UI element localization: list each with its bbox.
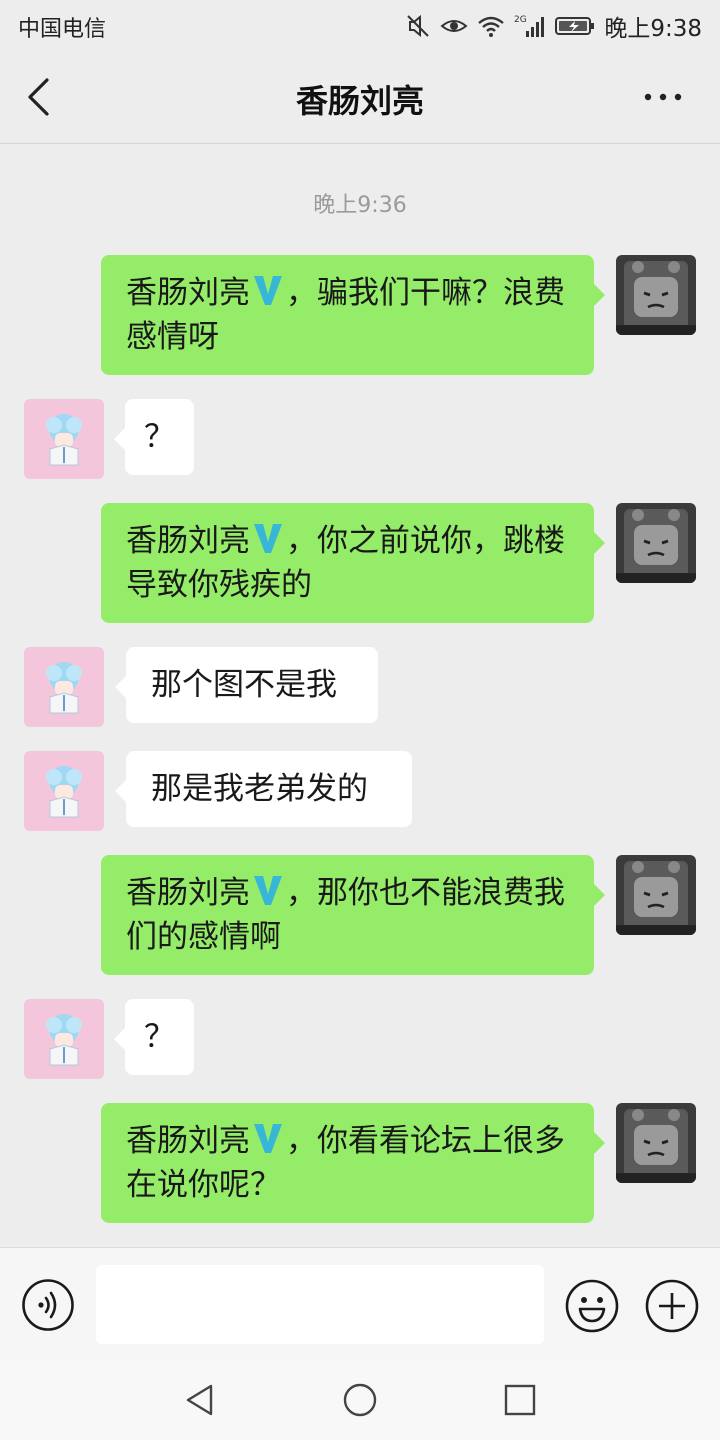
chat-header: 香肠刘亮 bbox=[0, 50, 720, 144]
verified-v-icon bbox=[254, 876, 282, 905]
avatar-self[interactable] bbox=[616, 255, 696, 335]
message-text: 那个图不是我 bbox=[151, 667, 337, 703]
eye-icon bbox=[440, 20, 468, 32]
message-timestamp: 晚上9:36 bbox=[313, 193, 407, 218]
message-bubble[interactable]: ？ bbox=[114, 399, 194, 475]
avatar-self-image bbox=[616, 503, 696, 583]
avatar-contact[interactable] bbox=[24, 999, 104, 1079]
avatar-self-image bbox=[616, 855, 696, 935]
message-bubble[interactable]: 那是我老弟发的 bbox=[115, 751, 412, 827]
avatar-contact-image bbox=[24, 399, 104, 479]
message-text: ？ bbox=[144, 419, 175, 455]
chat-title: 香肠刘亮 bbox=[295, 82, 424, 120]
mention-name: 香肠刘亮 bbox=[126, 1123, 250, 1159]
message-bubble[interactable]: 香肠刘亮 ，骗我们干嘛？浪费感情呀 bbox=[101, 255, 605, 375]
message-bubble[interactable]: 香肠刘亮 ，你之前说你，跳楼导致你残疾的 bbox=[101, 503, 605, 623]
message-list[interactable]: 晚上9:36 香肠刘亮 ，骗我们干嘛？浪费感情呀 ？ 香肠刘亮 ，你之前说你，跳… bbox=[0, 145, 720, 1247]
system-nav-bar bbox=[0, 1360, 720, 1440]
avatar-contact[interactable] bbox=[24, 647, 104, 727]
message-bubble[interactable]: 那个图不是我 bbox=[115, 647, 378, 723]
wifi-icon bbox=[478, 16, 505, 37]
verified-v-icon bbox=[254, 276, 282, 305]
composer-bar bbox=[0, 1247, 720, 1360]
avatar-self[interactable] bbox=[616, 503, 696, 583]
avatar-self[interactable] bbox=[616, 1103, 696, 1183]
nav-home-icon[interactable] bbox=[340, 1380, 380, 1420]
voice-input-icon[interactable] bbox=[21, 1278, 75, 1332]
avatar-contact[interactable] bbox=[24, 751, 104, 831]
message-text: ？ bbox=[144, 1019, 175, 1055]
signal-icon: 2G bbox=[514, 15, 545, 37]
clock: 晚上9:38 bbox=[604, 16, 702, 42]
message-text: 那是我老弟发的 bbox=[151, 771, 368, 807]
avatar-contact[interactable] bbox=[24, 399, 104, 479]
verified-v-icon bbox=[254, 1124, 282, 1153]
nav-recents-icon[interactable] bbox=[500, 1380, 540, 1420]
plus-icon[interactable] bbox=[644, 1278, 700, 1334]
status-bar: 中国电信 2G 晚上9:38 bbox=[0, 0, 720, 50]
status-icons: 2G 晚上9:38 bbox=[405, 9, 702, 43]
mention-name: 香肠刘亮 bbox=[126, 275, 250, 311]
verified-v-icon bbox=[254, 524, 282, 553]
more-dots-icon[interactable] bbox=[638, 78, 688, 118]
mute-icon bbox=[407, 14, 430, 38]
nav-back-icon[interactable] bbox=[180, 1380, 220, 1420]
battery-icon bbox=[555, 17, 595, 35]
avatar-self[interactable] bbox=[616, 855, 696, 935]
network-type: 2G bbox=[514, 15, 527, 25]
avatar-contact-image bbox=[24, 751, 104, 831]
avatar-contact-image bbox=[24, 999, 104, 1079]
avatar-contact-image bbox=[24, 647, 104, 727]
message-bubble[interactable]: ？ bbox=[114, 999, 194, 1075]
avatar-self-image bbox=[616, 255, 696, 335]
mention-name: 香肠刘亮 bbox=[126, 523, 250, 559]
avatar-self-image bbox=[616, 1103, 696, 1183]
message-bubble[interactable]: 香肠刘亮 ，那你也不能浪费我们的感情啊 bbox=[101, 855, 605, 975]
message-input[interactable] bbox=[96, 1265, 544, 1344]
message-bubble[interactable]: 香肠刘亮 ，你看看论坛上很多在说你呢？ bbox=[101, 1103, 605, 1223]
emoji-icon[interactable] bbox=[564, 1278, 620, 1334]
carrier-name: 中国电信 bbox=[18, 17, 107, 42]
mention-name: 香肠刘亮 bbox=[126, 875, 250, 911]
